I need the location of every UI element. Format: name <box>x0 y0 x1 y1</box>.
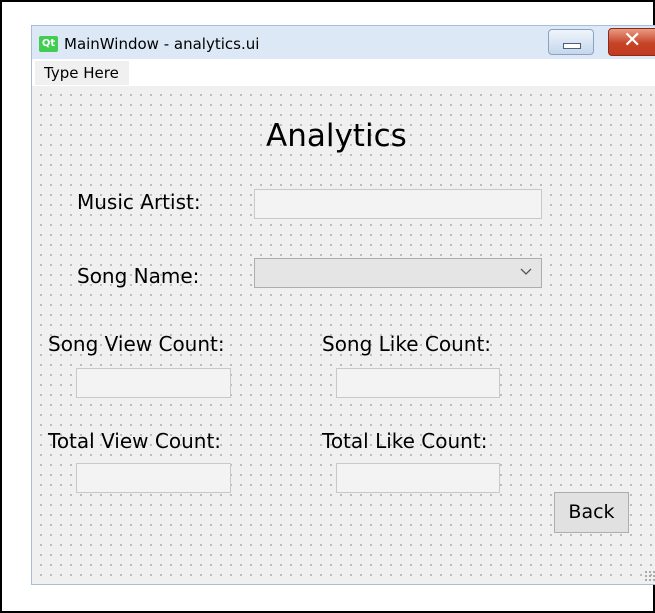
close-icon: ✕ <box>623 28 642 53</box>
song-view-count-field[interactable] <box>76 368 231 398</box>
page-title: Analytics <box>266 118 407 154</box>
total-view-count-label: Total View Count: <box>48 429 222 453</box>
total-like-count-field[interactable] <box>336 463 500 493</box>
window-title: MainWindow - analytics.ui <box>64 35 260 53</box>
song-view-count-label: Song View Count: <box>48 332 225 356</box>
title-bar[interactable]: Qt MainWindow - analytics.ui ✕ <box>32 26 655 59</box>
form-canvas: Analytics Music Artist: Song Name: Song … <box>32 86 655 584</box>
chevron-down-icon <box>520 268 532 275</box>
qt-logo-icon: Qt <box>39 36 58 52</box>
minimize-icon <box>563 43 581 49</box>
total-view-count-field[interactable] <box>76 463 231 493</box>
main-window: Qt MainWindow - analytics.ui ✕ Type Here… <box>31 25 655 585</box>
minimize-button[interactable] <box>548 29 594 55</box>
song-like-count-field[interactable] <box>336 368 500 398</box>
close-button[interactable]: ✕ <box>608 28 655 56</box>
music-artist-label: Music Artist: <box>77 190 201 214</box>
total-like-count-label: Total Like Count: <box>322 429 488 453</box>
resize-grip[interactable] <box>644 570 655 582</box>
menu-item-type-here[interactable]: Type Here <box>35 61 129 85</box>
song-like-count-label: Song Like Count: <box>322 332 492 356</box>
song-name-dropdown[interactable] <box>254 258 542 288</box>
music-artist-input[interactable] <box>254 189 542 219</box>
song-name-label: Song Name: <box>77 264 200 288</box>
screenshot-frame: Qt MainWindow - analytics.ui ✕ Type Here… <box>0 0 655 613</box>
menu-bar: Type Here <box>32 59 655 86</box>
back-button[interactable]: Back <box>554 492 629 533</box>
